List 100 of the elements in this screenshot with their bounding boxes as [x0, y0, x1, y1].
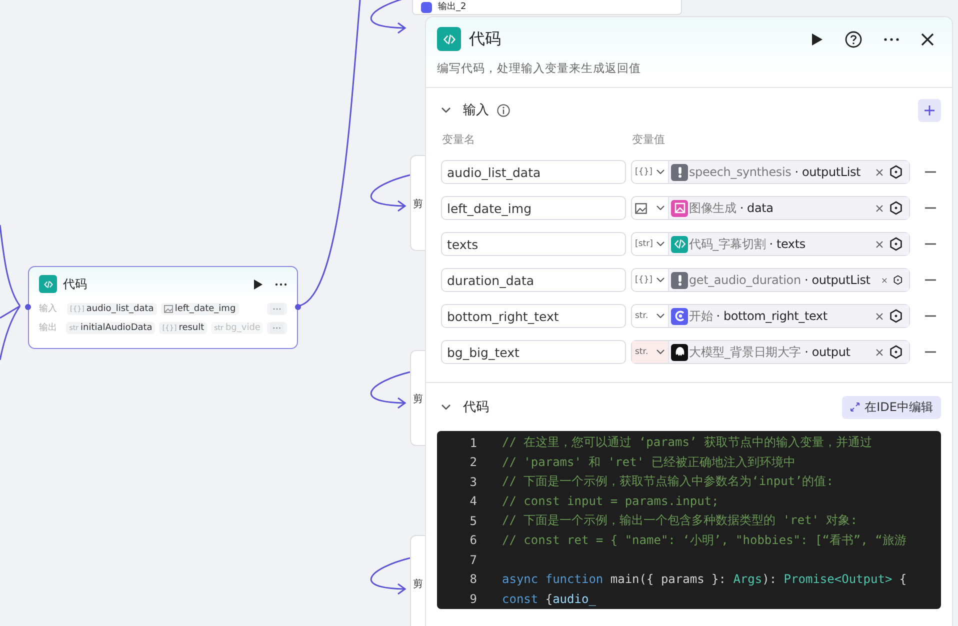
node-title: 剪 — [413, 394, 423, 405]
help-icon[interactable] — [845, 30, 862, 48]
code-icon — [437, 27, 461, 51]
clear-icon[interactable] — [882, 276, 888, 284]
line-number: 5 — [468, 514, 477, 528]
line-number: 9 — [468, 592, 477, 606]
workflow-node[interactable]: 剪 — [410, 535, 425, 626]
variable-name: audio_list_data — [86, 304, 154, 314]
info-icon — [497, 104, 510, 116]
input-field[interactable]: bottom_right_text — [441, 304, 626, 328]
image-icon — [164, 304, 173, 312]
line-number: 4 — [468, 494, 477, 508]
clear-icon[interactable] — [876, 348, 883, 356]
target-icon[interactable] — [889, 201, 903, 215]
type-label: str. — [635, 311, 648, 321]
line-number: 6 — [468, 533, 477, 548]
loop-arrow — [370, 371, 410, 409]
type-label: [{}] — [635, 275, 652, 285]
workflow-node[interactable]: 剪 — [410, 155, 425, 251]
ide-button[interactable]: 在IDE中编辑 — [842, 396, 941, 418]
target-icon[interactable] — [893, 273, 903, 287]
image-icon — [635, 202, 647, 214]
code-icon — [39, 275, 57, 293]
type-label: str. — [635, 347, 648, 357]
port-dot[interactable] — [25, 304, 31, 310]
expand-icon — [850, 402, 860, 412]
clear-icon[interactable] — [876, 240, 883, 248]
chevron-icon — [656, 277, 665, 283]
type-label: [{}] — [635, 167, 652, 177]
code-line: // const input = params.input; — [502, 494, 719, 508]
target-icon[interactable] — [889, 165, 903, 179]
column-header: 变量值 — [632, 132, 665, 148]
chevron-icon — [656, 169, 665, 175]
more-icon[interactable] — [884, 38, 899, 40]
play-icon[interactable] — [253, 278, 263, 290]
reference-text: 大模型_背景日期大字 · output — [689, 344, 850, 360]
chevron-icon[interactable] — [441, 404, 451, 410]
node-icon — [671, 344, 688, 360]
section-title: 输入 — [463, 102, 489, 119]
code-editor[interactable] — [437, 431, 941, 609]
type-label: [str] — [635, 239, 653, 249]
target-icon[interactable] — [889, 309, 903, 323]
port-dot[interactable] — [295, 304, 301, 310]
input-field[interactable]: duration_data — [441, 268, 626, 292]
loop-arrow — [370, 174, 410, 212]
reference-text: 开始 · bottom_right_text — [689, 308, 828, 324]
type-select[interactable]: str. — [632, 341, 669, 363]
line-number: 3 — [468, 474, 477, 489]
line-number: 2 — [468, 455, 477, 470]
line-number: 1 — [468, 436, 477, 450]
input-field[interactable]: audio_list_data — [441, 160, 626, 184]
loop-arrow — [370, 557, 410, 595]
reference-tag[interactable]: get_audio_duration · outputList — [669, 269, 909, 291]
workflow-node[interactable]: 剪 — [410, 350, 425, 446]
input-field[interactable]: bg_big_text — [441, 340, 626, 364]
close-icon[interactable] — [921, 32, 934, 46]
reference-tag[interactable]: 开始 · bottom_right_text — [669, 305, 909, 327]
play-icon[interactable] — [811, 32, 823, 46]
input-field[interactable]: texts — [441, 232, 626, 256]
reference-tag[interactable]: speech_synthesis · outputList — [669, 161, 909, 183]
node-title: 剪 — [413, 199, 423, 210]
panel-description: 编写代码，处理输入变量来生成返回值 — [436, 60, 642, 76]
chevron-icon[interactable] — [441, 107, 451, 113]
input-field[interactable]: left_date_img — [441, 196, 626, 220]
variable-name: bg_vide — [225, 322, 260, 332]
row-label: 输入 — [39, 302, 58, 315]
node-title: 代码 — [63, 276, 88, 292]
chevron-icon — [656, 349, 665, 355]
target-icon[interactable] — [889, 345, 903, 359]
reference-tag[interactable]: 代码_字幕切割 · texts — [669, 233, 909, 255]
row-label: 输出 — [39, 322, 58, 334]
code-line: // 'params' 和 'ret' 已经被正确地注入到环境中 — [502, 454, 796, 471]
chevron-icon — [656, 205, 665, 211]
node-icon — [421, 2, 432, 12]
node-icon — [671, 308, 688, 324]
more-icon[interactable] — [275, 282, 287, 286]
target-icon[interactable] — [889, 237, 903, 251]
chevron-icon — [656, 313, 665, 319]
code-line: async function main({ params }: Args): Promise<Output> { — [502, 572, 907, 586]
reference-text: get_audio_duration · outputList — [689, 273, 870, 287]
node-icon — [671, 164, 688, 180]
reference-tag[interactable]: 图像生成 · data — [669, 197, 909, 219]
workflow-node[interactable]: 输出_2 — [412, 0, 682, 15]
add-button[interactable] — [918, 98, 941, 122]
column-header: 变量名 — [442, 132, 476, 148]
variable-name: result — [178, 322, 204, 332]
section-title: 代码 — [463, 399, 489, 416]
node-icon — [671, 272, 688, 288]
code-line: // 下面是一个示例，输出一个包含多种数据类型的 'ret' 对象: — [502, 512, 858, 530]
reference-text: 图像生成 · data — [689, 200, 774, 216]
line-number: 8 — [468, 572, 477, 586]
chevron-icon — [656, 241, 665, 247]
node-title: 输出_2 — [438, 1, 466, 13]
clear-icon[interactable] — [876, 204, 883, 212]
clear-icon[interactable] — [876, 168, 883, 176]
code-line: // 下面是一个示例，获取节点输入中参数名为‘input’的值: — [502, 473, 834, 490]
plus-icon — [924, 104, 935, 116]
clear-icon[interactable] — [876, 312, 883, 320]
reference-tag[interactable]: 大模型_背景日期大字 · output — [669, 341, 909, 363]
panel-title: 代码 — [469, 28, 501, 50]
